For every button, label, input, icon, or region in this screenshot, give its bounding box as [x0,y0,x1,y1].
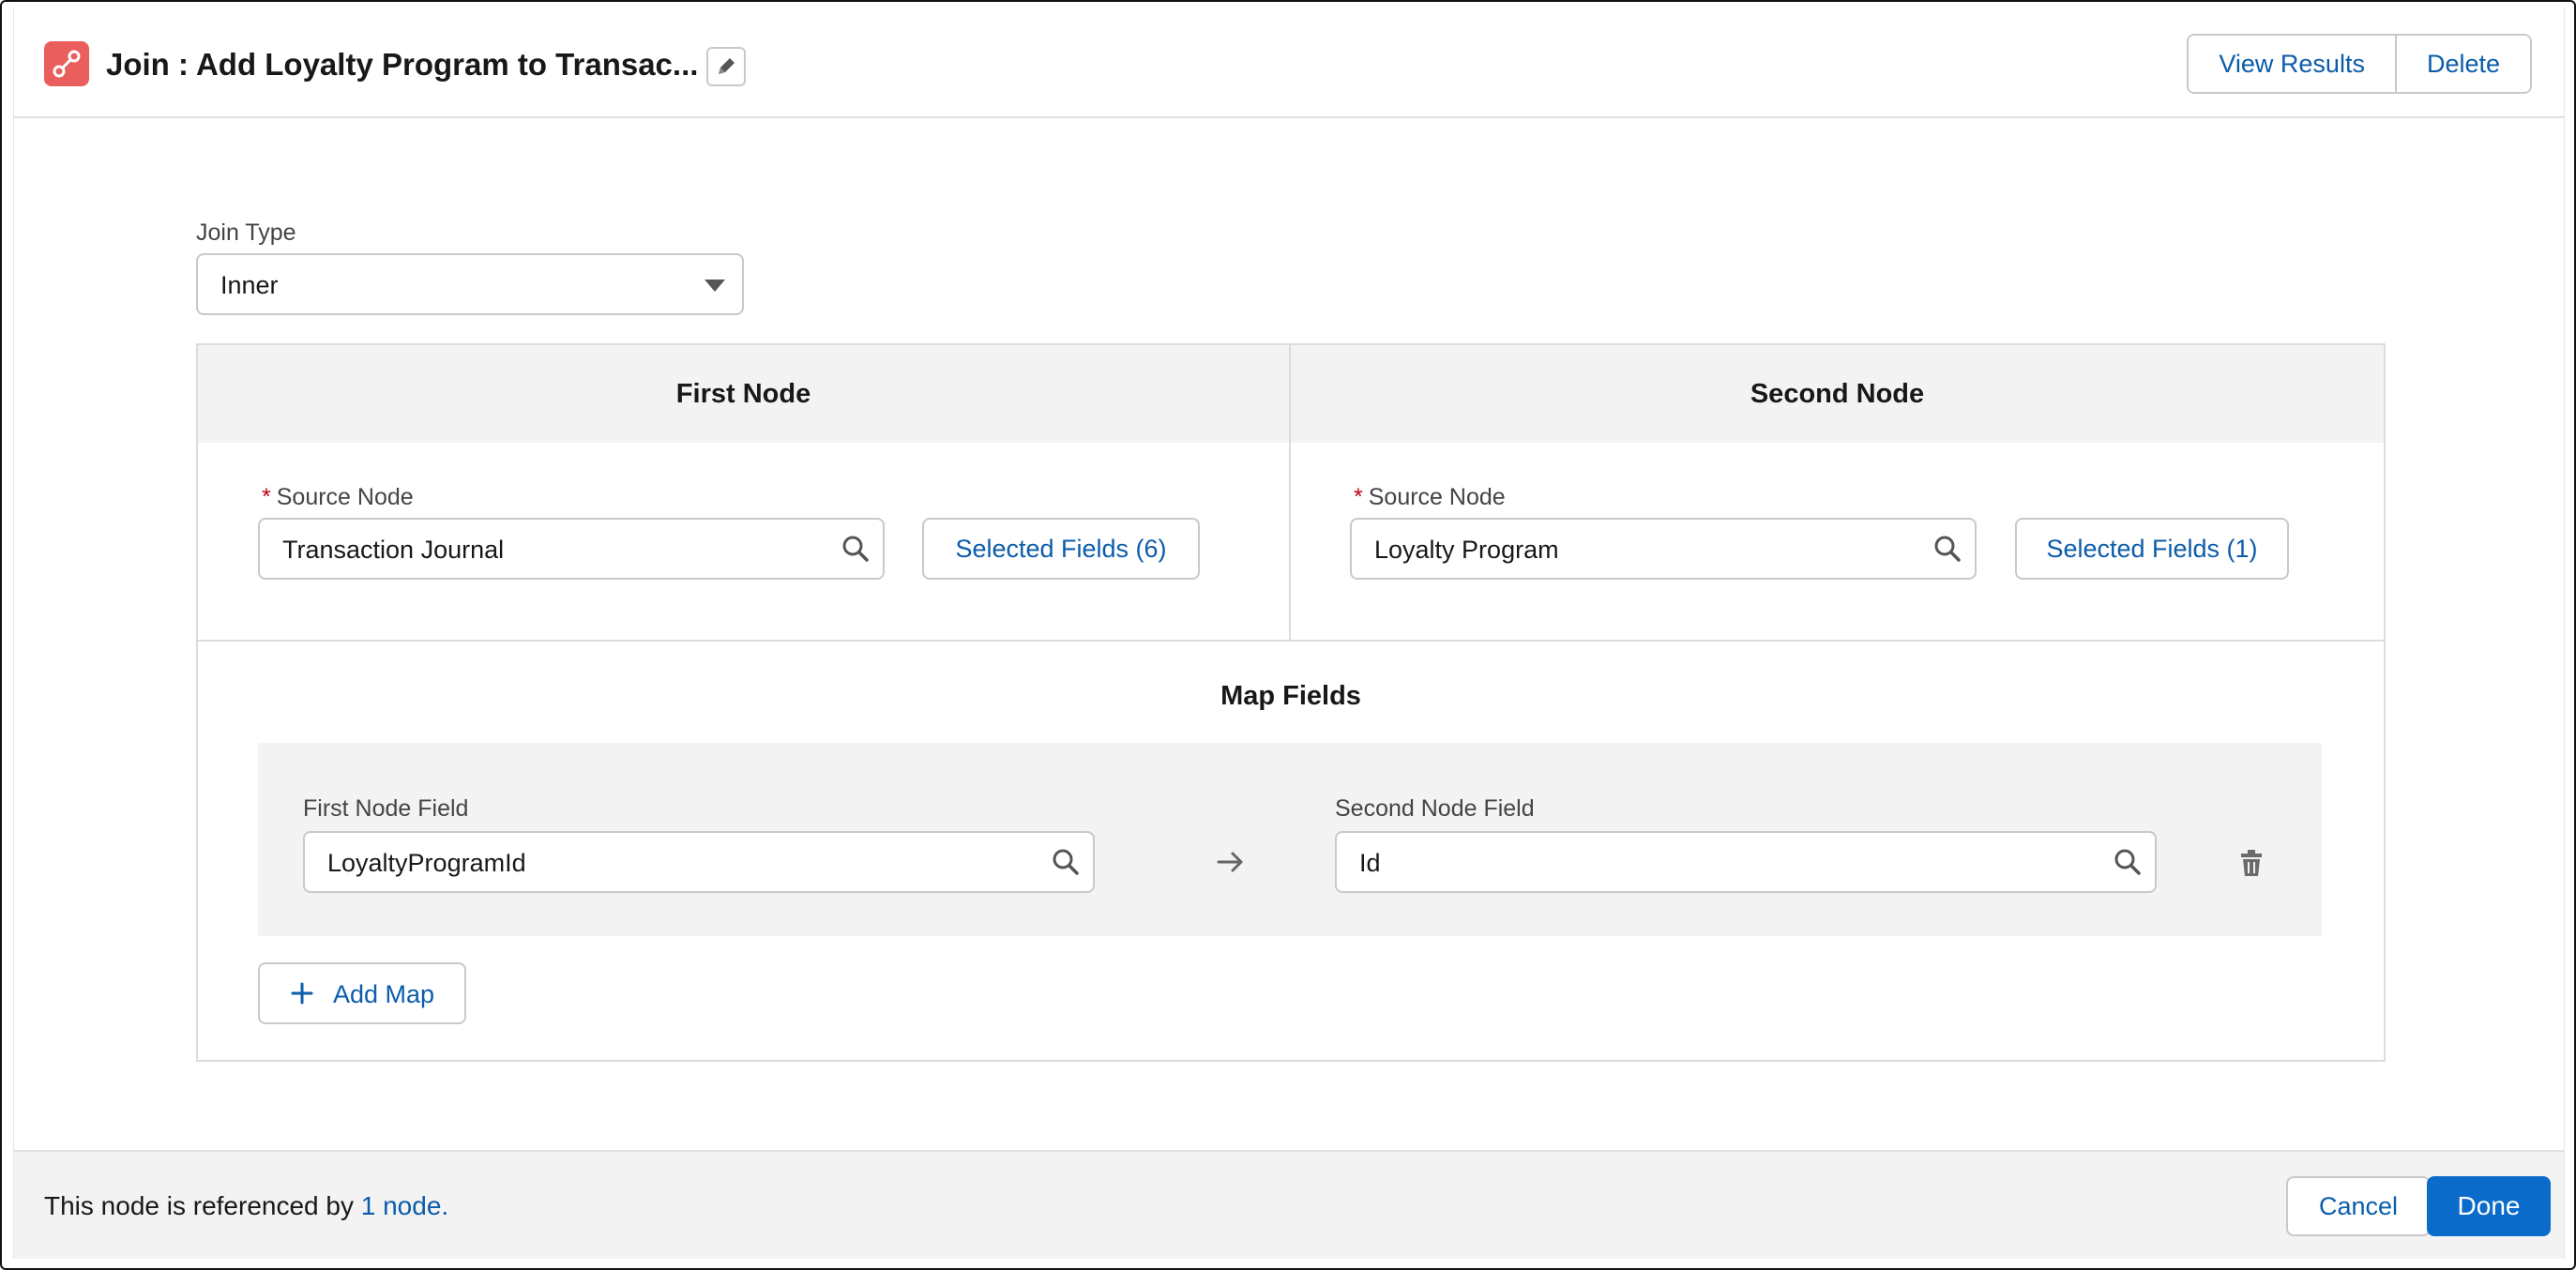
join-config-panel: First Node * Source Node Transaction Jour… [196,343,2386,1062]
second-node-field-value: Id [1359,849,1381,877]
first-source-node-label: * Source Node [262,484,414,510]
first-node-section: First Node * Source Node Transaction Jour… [198,345,1291,640]
second-source-node-value: Loyalty Program [1374,536,1559,564]
arrow-right-icon [1217,852,1243,872]
header-button-group: View Results Delete [2187,34,2532,94]
required-marker: * [262,484,271,510]
cancel-button[interactable]: Cancel [2286,1176,2431,1236]
join-type-label: Join Type [196,219,296,246]
page-title: Join : Add Loyalty Program to Transac... [106,47,698,83]
search-icon[interactable] [1932,533,1963,565]
title-prefix: Join : [106,47,196,82]
done-button[interactable]: Done [2427,1176,2551,1236]
plus-icon [291,982,313,1005]
add-map-button[interactable]: Add Map [258,962,466,1024]
editor-header: Join : Add Loyalty Program to Transac...… [14,8,2564,118]
map-fields-section: Map Fields First Node Field LoyaltyProgr… [198,640,2384,1060]
first-node-field-input[interactable]: LoyaltyProgramId [303,831,1095,893]
join-type-select[interactable]: Inner [196,253,744,315]
first-node-field-value: LoyaltyProgramId [327,849,526,877]
first-selected-fields-button[interactable]: Selected Fields (6) [922,518,1200,580]
first-source-node-value: Transaction Journal [282,536,505,564]
pencil-icon [719,58,735,74]
second-node-section: Second Node * Source Node Loyalty Program… [1291,345,2384,640]
map-fields-heading: Map Fields [1220,681,1361,711]
app-window: Join : Add Loyalty Program to Transac...… [0,0,2576,1270]
search-icon[interactable] [840,533,871,565]
first-node-heading: First Node [198,345,1289,443]
join-type-value: Inner [220,271,279,299]
second-node-field-input[interactable]: Id [1335,831,2157,893]
edit-title-button[interactable] [706,47,746,86]
first-node-field-label: First Node Field [303,795,469,822]
delete-button[interactable]: Delete [2394,36,2530,92]
first-source-node-input[interactable]: Transaction Journal [258,518,885,580]
join-node-icon [44,41,89,86]
map-row: First Node Field LoyaltyProgramId Second… [258,743,2322,936]
search-icon[interactable] [1050,846,1082,878]
referenced-nodes-link[interactable]: 1 node. [361,1191,448,1220]
join-node-editor: Join : Add Loyalty Program to Transac...… [13,8,2565,1259]
second-source-node-input[interactable]: Loyalty Program [1350,518,1977,580]
add-map-label: Add Map [333,980,435,1008]
node-name: Add Loyalty Program to Transac... [195,47,699,82]
chevron-down-icon [705,280,725,292]
second-source-node-label: * Source Node [1354,484,1506,510]
second-node-heading: Second Node [1291,345,2384,443]
reference-text: This node is referenced by 1 node. [44,1191,449,1220]
required-marker: * [1354,484,1363,510]
search-icon[interactable] [2112,846,2144,878]
editor-footer: This node is referenced by 1 node. Cance… [14,1150,2564,1259]
second-node-field-label: Second Node Field [1335,795,1535,822]
second-selected-fields-button[interactable]: Selected Fields (1) [2015,518,2289,580]
trash-icon[interactable] [2237,848,2265,878]
view-results-button[interactable]: View Results [2189,36,2395,92]
